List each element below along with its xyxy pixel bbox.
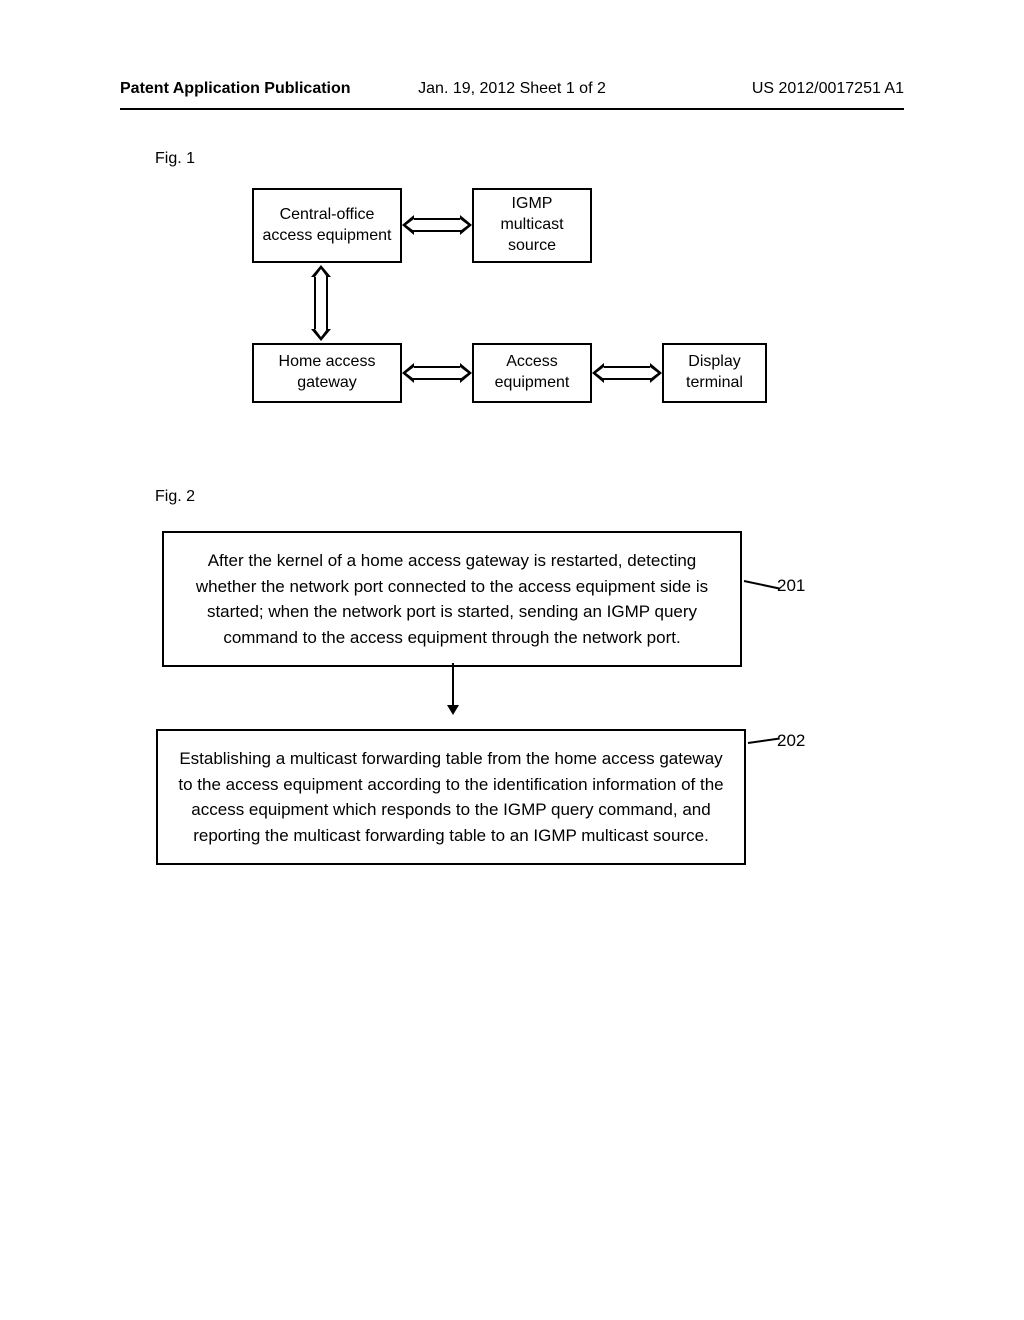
fig2-label: Fig. 2 <box>155 488 1024 506</box>
arrow-central-home <box>314 273 328 333</box>
header-center: Jan. 19, 2012 Sheet 1 of 2 <box>418 80 606 98</box>
box-home-gateway: Home access gateway <box>252 343 402 403</box>
box-central-office: Central-office access equipment <box>252 188 402 263</box>
fig1-diagram: Central-office access equipment IGMP mul… <box>232 188 792 428</box>
box-display-terminal: Display terminal <box>662 343 767 403</box>
header-right: US 2012/0017251 A1 <box>752 80 904 98</box>
ref-line-202 <box>748 738 780 744</box>
flow-step-202: Establishing a multicast forwarding tabl… <box>156 729 746 865</box>
fig1-label: Fig. 1 <box>155 150 1024 168</box>
flow-step-201: After the kernel of a home access gatewa… <box>162 531 742 667</box>
box-access-equipment: Access equipment <box>472 343 592 403</box>
arrow-home-access <box>410 366 464 380</box>
page-header: Patent Application Publication Jan. 19, … <box>0 0 1024 108</box>
ref-label-201: 201 <box>777 576 805 596</box>
flow-arrow-down <box>452 663 454 713</box>
ref-line-201 <box>744 580 780 589</box>
header-left: Patent Application Publication <box>120 80 351 98</box>
header-divider <box>120 108 904 110</box>
fig2-flowchart: After the kernel of a home access gatewa… <box>162 531 862 865</box>
box-igmp-source: IGMP multicast source <box>472 188 592 263</box>
arrow-central-igmp <box>410 218 464 232</box>
arrow-access-display <box>600 366 654 380</box>
ref-label-202: 202 <box>777 731 805 751</box>
